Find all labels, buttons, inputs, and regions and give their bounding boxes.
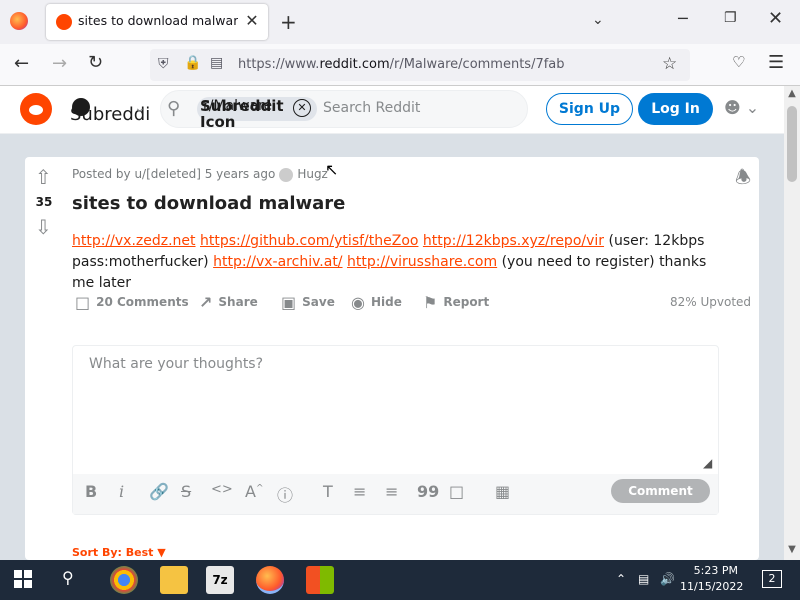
- post-link[interactable]: http://virusshare.com: [347, 254, 497, 270]
- shield-icon[interactable]: ⛨: [158, 56, 169, 72]
- list-tabs-chevron-icon[interactable]: ⌄: [592, 12, 604, 28]
- sort-by-dropdown[interactable]: Sort By: Best ▼: [72, 546, 166, 559]
- comment-icon: □: [75, 293, 91, 312]
- comment-editor[interactable]: What are your thoughts? ◢ B i 🔗 S <> A^ …: [72, 345, 719, 515]
- lock-icon[interactable]: 🔒: [184, 55, 201, 71]
- chevron-up-icon[interactable]: ⌃: [616, 572, 626, 586]
- share-icon: ↗: [199, 293, 213, 312]
- store-icon[interactable]: [306, 566, 334, 594]
- vote-count: 35: [35, 195, 53, 209]
- volume-icon[interactable]: 🔊: [660, 572, 675, 586]
- browser-nav-bar: ← → ↻ ⛨ 🔒 ▤ https://www.reddit.com/r/Mal…: [0, 44, 800, 86]
- table-icon[interactable]: ▦: [495, 482, 510, 501]
- search-icon[interactable]: ⚲: [62, 568, 74, 587]
- tab-close-icon[interactable]: ✕: [242, 11, 262, 31]
- windows-start-icon[interactable]: [14, 570, 32, 588]
- bold-icon[interactable]: B: [85, 482, 97, 501]
- comment-input[interactable]: What are your thoughts?: [89, 356, 263, 372]
- taskbar: ⚲ 7z ⌃ ▤ 🔊 5:23 PM 11/15/2022 2: [0, 560, 800, 600]
- upvote-icon[interactable]: ⇧: [35, 165, 52, 189]
- search-input[interactable]: Search Reddit: [323, 100, 420, 116]
- page-scrollbar[interactable]: ▲ ▼: [784, 86, 800, 560]
- folder-icon[interactable]: [160, 566, 188, 594]
- comment-button[interactable]: Comment: [611, 479, 710, 503]
- scroll-up-icon[interactable]: ▲: [784, 88, 800, 99]
- post-body: http://vx.zedz.net https://github.com/yt…: [72, 233, 707, 291]
- share-button[interactable]: ↗ Share: [199, 293, 258, 312]
- scroll-down-icon[interactable]: ▼: [784, 544, 800, 555]
- notifications-icon[interactable]: 2: [762, 570, 782, 588]
- back-arrow-icon[interactable]: ←: [14, 53, 29, 74]
- superscript-icon[interactable]: A^: [245, 482, 264, 501]
- browser-tab-bar: sites to download malware : Ma ✕ + ⌄ ─ ❐…: [0, 0, 800, 44]
- post-link[interactable]: http://vx-archiv.at/: [213, 254, 342, 270]
- bulleted-list-icon[interactable]: ≡: [353, 482, 366, 501]
- browser-tab[interactable]: sites to download malware : Ma ✕: [46, 4, 268, 40]
- login-button[interactable]: Log In: [638, 93, 713, 125]
- hide-icon: ◉: [351, 293, 365, 312]
- inline-code-icon[interactable]: <>: [211, 482, 233, 497]
- save-button[interactable]: ▣ Save: [281, 293, 335, 312]
- post-link[interactable]: http://vx.zedz.net: [72, 233, 196, 249]
- pocket-icon[interactable]: ♡: [732, 53, 745, 71]
- clock-time[interactable]: 5:23 PM: [686, 564, 738, 577]
- bell-icon[interactable]: 🕭: [735, 165, 751, 195]
- link-icon[interactable]: 🔗: [149, 482, 169, 501]
- quote-block-icon[interactable]: 99: [417, 482, 439, 501]
- editor-toolbar: B i 🔗 S <> A^ ⓘ T ≡ ≡ 99 □ ▦ Comment: [73, 474, 718, 514]
- tab-title: sites to download malware : Ma: [78, 13, 238, 28]
- upvote-ratio: 82% Upvoted: [670, 295, 752, 309]
- search-icon: ⚲: [167, 98, 181, 119]
- forward-arrow-icon[interactable]: →: [52, 53, 67, 74]
- award-icon: [279, 167, 294, 182]
- save-icon: ▣: [281, 293, 297, 312]
- clock-date[interactable]: 11/15/2022: [680, 580, 743, 593]
- strikethrough-icon[interactable]: S: [181, 482, 191, 501]
- reload-icon[interactable]: ↻: [88, 52, 103, 73]
- comments-button[interactable]: □ 20 Comments: [75, 293, 189, 312]
- spoiler-icon[interactable]: ⓘ: [277, 482, 293, 506]
- reddit-icon[interactable]: [20, 93, 52, 125]
- code-block-icon[interactable]: □: [449, 482, 464, 501]
- heading-icon[interactable]: T: [323, 482, 333, 501]
- mouse-cursor-icon: ↖: [325, 160, 339, 179]
- post-meta: Posted by u/[deleted] 5 years ago Hugz: [72, 167, 328, 182]
- post-card: ⇧ 35 ⇩ Posted by u/[deleted] 5 years ago…: [25, 157, 759, 560]
- post-link[interactable]: http://12kbps.xyz/repo/vir: [423, 233, 604, 249]
- report-button[interactable]: ⚑ Report: [423, 293, 489, 312]
- resize-handle-icon[interactable]: ◢: [703, 456, 712, 470]
- network-icon[interactable]: ▤: [638, 572, 649, 586]
- maximize-button[interactable]: ❐: [724, 10, 737, 26]
- 7zip-icon[interactable]: 7z: [206, 566, 234, 594]
- close-window-button[interactable]: ✕: [768, 8, 783, 29]
- award-label: Hugz: [297, 167, 328, 181]
- firefox-icon[interactable]: [10, 12, 28, 30]
- numbered-list-icon[interactable]: ≡: [385, 482, 398, 501]
- subreddit-dot-icon: [72, 98, 90, 116]
- post-link[interactable]: https://github.com/ytisf/theZoo: [200, 233, 418, 249]
- reddit-header: Subreddi ⌄ ⚲ r/Malware ✕ Search Reddit S…: [0, 86, 784, 134]
- menu-icon[interactable]: ☰: [768, 52, 784, 73]
- chevron-down-icon[interactable]: ⌄: [134, 100, 146, 116]
- url-text[interactable]: https://www.reddit.com/r/Malware/comment…: [238, 57, 564, 72]
- url-bar[interactable]: ⛨ 🔒 ▤ https://www.reddit.com/r/Malware/c…: [150, 49, 690, 81]
- firefox-taskbar-icon[interactable]: [256, 566, 284, 594]
- hide-button[interactable]: ◉ Hide: [351, 293, 402, 312]
- post-actions: □ 20 Comments ↗ Share ▣ Save ◉ Hide ⚑ Report: [75, 293, 755, 315]
- italic-icon[interactable]: i: [119, 482, 124, 501]
- flag-icon: ⚑: [423, 293, 438, 312]
- post-title: sites to download malware: [72, 193, 346, 214]
- chrome-icon[interactable]: [110, 566, 138, 594]
- subreddit-icon-alt-text: Subreddit Icon: [200, 97, 284, 131]
- scroll-thumb[interactable]: [787, 106, 797, 182]
- bookmark-star-icon[interactable]: ☆: [662, 54, 677, 74]
- user-dropdown-icon[interactable]: ☻ ⌄: [724, 98, 759, 117]
- downvote-icon[interactable]: ⇩: [35, 215, 52, 239]
- reddit-favicon-icon: [56, 14, 72, 30]
- signup-button[interactable]: Sign Up: [546, 93, 633, 125]
- page-info-icon[interactable]: ▤: [210, 55, 223, 71]
- new-tab-button[interactable]: +: [280, 10, 297, 34]
- minimize-button[interactable]: ─: [678, 9, 688, 28]
- chip-close-icon[interactable]: ✕: [293, 99, 311, 117]
